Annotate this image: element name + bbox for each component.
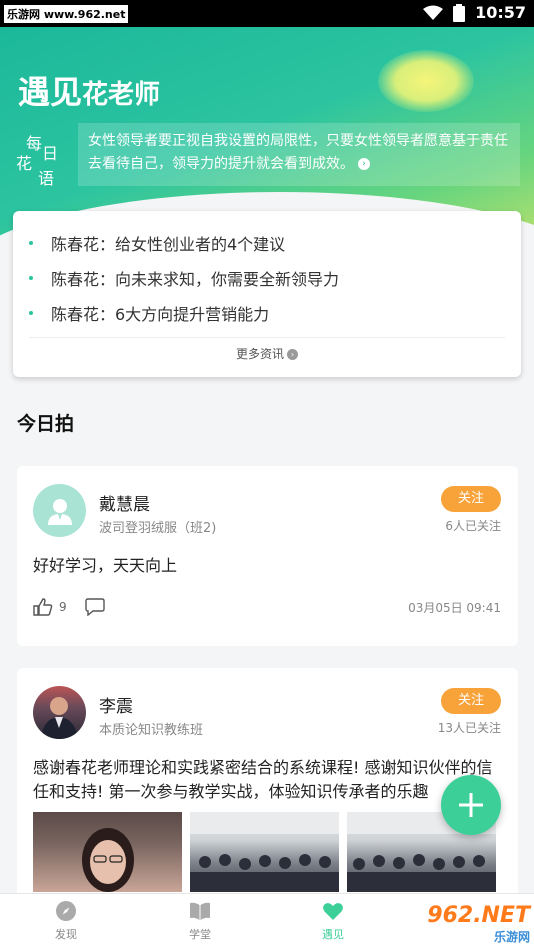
user-icon xyxy=(47,498,72,525)
author-name[interactable]: 戴慧晨 xyxy=(99,490,150,515)
title-main: 遇见 xyxy=(18,73,83,111)
clock: 10:57 xyxy=(475,3,526,22)
more-news-label: 更多资讯 xyxy=(235,347,284,361)
news-title: 陈春花：6大方向提升营销能力 xyxy=(51,305,270,324)
photo-grid xyxy=(33,812,496,892)
daily-quote-label: 每 日 花 语 xyxy=(14,130,68,261)
post-card[interactable]: 李震 本质论知识教练班 关注 13人已关注 感谢春花老师理论和实践紧密结合的系统… xyxy=(17,668,518,898)
section-title: 今日拍 xyxy=(17,413,75,435)
news-title: 陈春花：给女性创业者的4个建议 xyxy=(51,235,286,254)
tab-meet[interactable]: 遇见 xyxy=(293,900,373,942)
bullet-icon xyxy=(29,241,33,245)
label-char: 语 xyxy=(38,169,55,188)
avatar[interactable] xyxy=(33,484,86,537)
post-photo[interactable] xyxy=(33,812,182,892)
follower-count: 6人已关注 xyxy=(445,519,501,533)
site-logo: 962.NET 乐游网 xyxy=(427,903,530,945)
logo-subtext: 乐游网 xyxy=(493,930,530,944)
thumbs-up-icon xyxy=(33,598,53,616)
comment-icon xyxy=(84,598,105,616)
tab-school[interactable]: 学堂 xyxy=(160,900,240,942)
comment-button[interactable] xyxy=(84,598,105,616)
like-count: 9 xyxy=(59,600,67,614)
follow-button[interactable]: 关注 xyxy=(441,486,501,512)
post-meta: 9 03月05日 09:41 xyxy=(33,598,501,616)
label-char: 花 xyxy=(16,154,33,173)
tab-discover[interactable]: 发现 xyxy=(26,900,106,942)
news-item[interactable]: 陈春花：给女性创业者的4个建议 xyxy=(29,231,285,255)
add-post-button[interactable] xyxy=(441,775,501,835)
book-icon xyxy=(190,902,210,920)
bottom-tab-bar: 发现 学堂 遇见 962.NET 乐游网 xyxy=(0,893,534,949)
status-bar: 乐游网 www.962.net 10:57 xyxy=(0,0,534,27)
chevron-right-icon: › xyxy=(287,349,298,360)
bullet-icon xyxy=(29,276,33,280)
person-photo xyxy=(41,697,78,739)
avatar[interactable] xyxy=(33,686,86,739)
news-card: 陈春花：给女性创业者的4个建议 陈春花：向未来求知，你需要全新领导力 陈春花：6… xyxy=(13,211,521,377)
woman-photo xyxy=(82,828,134,892)
plus-icon xyxy=(459,793,483,817)
tab-label: 学堂 xyxy=(189,928,211,941)
post-card[interactable]: 戴慧晨 波司登羽绒服（班2) 关注 6人已关注 好好学习，天天向上 9 03月0… xyxy=(17,466,518,646)
daily-quote-text: 女性领导者要正视自我设置的局限性，只要女性领导者愿意基于责任去看待自己，领导力的… xyxy=(88,133,508,172)
author-name[interactable]: 李震 xyxy=(99,692,133,717)
compass-icon xyxy=(56,901,76,921)
label-char: 日 xyxy=(42,144,59,163)
post-text: 好好学习，天天向上 xyxy=(33,556,178,575)
tab-label: 遇见 xyxy=(322,928,344,941)
heart-icon xyxy=(323,903,343,920)
decorative-glow xyxy=(378,50,474,112)
tab-label: 发现 xyxy=(55,928,77,941)
like-button[interactable]: 9 xyxy=(33,598,67,616)
author-org: 本质论知识教练班 xyxy=(99,723,204,738)
follow-button[interactable]: 关注 xyxy=(441,688,501,714)
battery-icon xyxy=(453,3,466,22)
divider xyxy=(29,337,505,338)
post-time: 03月05日 09:41 xyxy=(408,600,501,615)
wifi-icon xyxy=(423,5,444,20)
more-news-link[interactable]: 更多资讯 › xyxy=(13,345,521,362)
page-title: 遇见花老师 xyxy=(18,67,160,113)
bullet-icon xyxy=(29,311,33,315)
post-text: 感谢春花老师理论和实践紧密结合的系统课程! 感谢知识伙伴的信任和支持! 第一次参… xyxy=(33,758,493,801)
classroom-photo xyxy=(190,812,339,892)
site-watermark: 乐游网 www.962.net xyxy=(4,5,129,23)
logo-text: 962.NET xyxy=(427,903,530,928)
chevron-right-icon: › xyxy=(358,158,370,170)
author-org: 波司登羽绒服（班2) xyxy=(99,521,217,536)
post-photo[interactable] xyxy=(190,812,339,892)
title-sub: 花老师 xyxy=(82,80,161,110)
news-item[interactable]: 陈春花：6大方向提升营销能力 xyxy=(29,301,269,325)
news-item[interactable]: 陈春花：向未来求知，你需要全新领导力 xyxy=(29,266,339,290)
news-title: 陈春花：向未来求知，你需要全新领导力 xyxy=(51,270,340,289)
follower-count: 13人已关注 xyxy=(437,721,501,735)
daily-quote[interactable]: 女性领导者要正视自我设置的局限性，只要女性领导者愿意基于责任去看待自己，领导力的… xyxy=(78,123,520,186)
